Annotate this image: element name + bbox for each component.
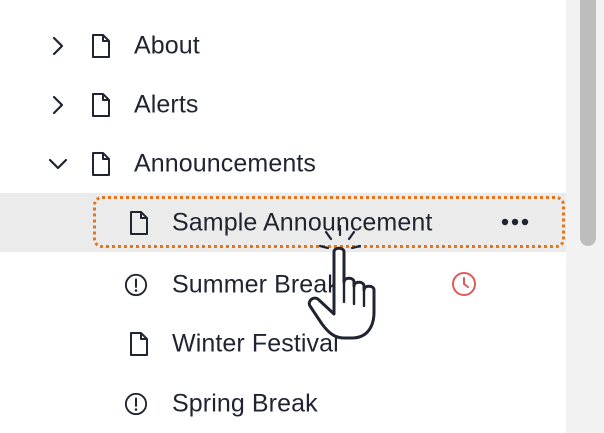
chevron-right-icon[interactable] <box>47 35 69 57</box>
tree-item-label: Summer Break <box>172 270 340 298</box>
tree-item-label: Sample Announcement <box>172 208 433 236</box>
tree-item-announcements[interactable]: Announcements <box>0 134 566 193</box>
tree-item-alerts[interactable]: Alerts <box>0 75 566 134</box>
more-options-icon[interactable] <box>498 210 532 234</box>
tree-item-label: About <box>134 31 200 59</box>
clock-icon <box>452 272 476 296</box>
tree-item-label: Winter Festival <box>172 329 339 357</box>
page-icon <box>92 151 110 176</box>
chevron-right-icon[interactable] <box>47 94 69 116</box>
page-icon <box>130 210 148 235</box>
page-icon <box>130 331 148 356</box>
alert-circle-icon <box>124 273 148 296</box>
alert-circle-icon <box>124 392 148 415</box>
tree-item-spring-break[interactable]: Spring Break <box>0 374 566 433</box>
tree-item-about[interactable]: About <box>0 16 566 75</box>
scrollbar-thumb[interactable] <box>580 0 596 246</box>
tree-item-label: Announcements <box>134 149 316 177</box>
page-icon <box>92 33 110 58</box>
tree-item-winter-festival[interactable]: Winter Festival <box>0 314 566 373</box>
tree-item-label: Spring Break <box>172 389 318 417</box>
tree-item-summer-break[interactable]: Summer Break <box>0 255 566 314</box>
tree-item-label: Alerts <box>134 90 199 118</box>
page-icon <box>92 92 110 117</box>
scrollbar[interactable] <box>566 0 604 433</box>
page-tree: About Alerts Announcements Sample Announ… <box>0 0 566 433</box>
tree-item-sample-announcement[interactable]: Sample Announcement <box>0 193 566 252</box>
chevron-down-icon[interactable] <box>47 153 69 175</box>
